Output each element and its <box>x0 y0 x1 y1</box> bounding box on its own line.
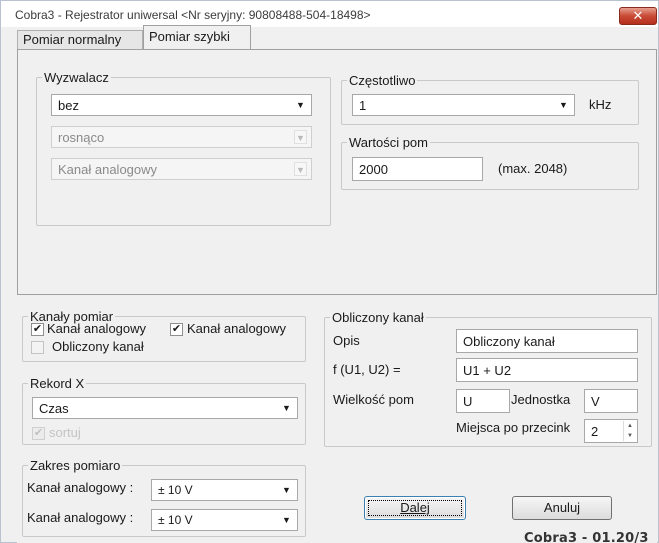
channel-1-label: Kanał analogowy <box>47 321 147 336</box>
decimals-stepper[interactable]: 2 ▲ ▼ <box>584 419 638 443</box>
range-2-label: Kanał analogowy : <box>27 510 134 525</box>
range-1-value: ± 10 V <box>158 483 193 497</box>
range-1-label: Kanał analogowy : <box>27 480 134 495</box>
samples-input[interactable]: 2000 <box>352 157 483 181</box>
next-button[interactable]: Dalej <box>364 496 466 520</box>
trigger-legend: Wyzwalacz <box>42 70 111 85</box>
samples-value: 2000 <box>359 162 388 177</box>
range-group: Zakres pomiaro Kanał analogowy : ± 10 V … <box>22 458 306 537</box>
decimals-label: Miejsca po przecink <box>456 420 571 435</box>
close-button[interactable]: ✕ <box>619 7 657 25</box>
decimals-spin-control[interactable]: ▲ ▼ <box>623 421 636 441</box>
frequency-value: 1 <box>359 98 367 113</box>
description-label: Opis <box>333 333 360 348</box>
frequency-unit: kHz <box>589 97 612 112</box>
samples-max-note: (max. 2048) <box>498 161 568 176</box>
spin-down-icon[interactable]: ▼ <box>624 431 636 441</box>
trigger-mode-value: bez <box>58 98 79 113</box>
title-bar: Cobra3 - Rejestrator uniwersal <Nr seryj… <box>1 1 658 27</box>
frequency-group: Częstotliwo 1 ▼ kHz <box>341 73 639 125</box>
window-title: Cobra3 - Rejestrator uniwersal <Nr seryj… <box>15 8 371 22</box>
sort-checkbox: ✔ <box>32 427 45 440</box>
version-label: Cobra3 - 01.20/3 <box>524 531 649 543</box>
trigger-group: Wyzwalacz bez ▼ rosnąco ▼ Kanał analogow… <box>36 70 331 226</box>
sort-label: sortuj <box>49 425 81 440</box>
computed-channel-label: Obliczony kanał <box>52 339 144 354</box>
trigger-mode-select[interactable]: bez ▼ <box>51 94 312 116</box>
chevron-down-icon: ▼ <box>294 130 307 144</box>
tab-pomiar-normalny[interactable]: Pomiar normalny <box>17 30 143 49</box>
settings-area: Kanały pomiar ✔ Kanał analogowy ✔ Kanał … <box>17 294 657 543</box>
chevron-down-icon[interactable]: ▼ <box>280 513 293 527</box>
chevron-down-icon[interactable]: ▼ <box>280 483 293 497</box>
unit-label: Jednostka <box>511 392 571 407</box>
record-x-group: Rekord X Czas ▼ ✔ sortuj <box>22 376 306 445</box>
channel-1-checkbox[interactable]: ✔ <box>31 323 44 336</box>
unit-value: V <box>591 394 600 409</box>
quantity-label: Wielkość pom <box>333 392 414 407</box>
channel-2-checkbox[interactable]: ✔ <box>170 323 183 336</box>
trigger-edge-value: rosnąco <box>58 130 105 145</box>
trigger-channel-select: Kanał analogowy ▼ <box>51 158 312 180</box>
record-x-value: Czas <box>39 401 69 416</box>
function-value: U1 + U2 <box>463 363 512 378</box>
dialog-window: Cobra3 - Rejestrator uniwersal <Nr seryj… <box>0 0 659 543</box>
samples-group: Wartości pom 2000 (max. 2048) <box>341 135 639 190</box>
description-input[interactable]: Obliczony kanał <box>456 329 638 353</box>
chevron-down-icon: ▼ <box>294 162 307 176</box>
quantity-value: U <box>463 394 473 409</box>
record-x-legend: Rekord X <box>28 376 87 391</box>
range-1-select[interactable]: ± 10 V ▼ <box>151 479 298 501</box>
chevron-down-icon[interactable]: ▼ <box>280 401 293 415</box>
unit-input[interactable]: V <box>584 389 638 413</box>
range-legend: Zakres pomiaro <box>28 458 123 473</box>
trigger-edge-select: rosnąco ▼ <box>51 126 312 148</box>
channel-2-label: Kanał analogowy <box>187 321 287 336</box>
decimals-value: 2 <box>591 424 599 439</box>
samples-legend: Wartości pom <box>347 135 430 150</box>
computed-legend: Obliczony kanał <box>330 310 426 325</box>
channels-group: Kanały pomiar ✔ Kanał analogowy ✔ Kanał … <box>22 309 306 362</box>
description-value: Obliczony kanał <box>463 334 555 349</box>
chevron-down-icon[interactable]: ▼ <box>557 98 570 112</box>
frequency-legend: Częstotliwo <box>347 73 418 88</box>
tab-panel-pomiar-szybki: Wyzwalacz bez ▼ rosnąco ▼ Kanał analogow… <box>17 49 657 294</box>
computed-channel-checkbox[interactable] <box>31 341 44 354</box>
range-2-value: ± 10 V <box>158 513 193 527</box>
spin-up-icon[interactable]: ▲ <box>624 421 636 431</box>
trigger-channel-value: Kanał analogowy <box>58 162 158 177</box>
range-2-select[interactable]: ± 10 V ▼ <box>151 509 298 531</box>
chevron-down-icon[interactable]: ▼ <box>294 98 307 112</box>
next-button-label: Dalej <box>368 500 462 516</box>
frequency-select[interactable]: 1 ▼ <box>352 94 575 116</box>
record-x-select[interactable]: Czas ▼ <box>32 397 298 419</box>
tab-pomiar-szybki[interactable]: Pomiar szybki <box>143 25 251 49</box>
quantity-input[interactable]: U <box>456 389 510 413</box>
cancel-button[interactable]: Anuluj <box>512 496 612 520</box>
function-label: f (U1, U2) = <box>333 362 401 377</box>
computed-channel-group: Obliczony kanał Opis Obliczony kanał f (… <box>324 310 652 447</box>
function-input[interactable]: U1 + U2 <box>456 358 638 382</box>
